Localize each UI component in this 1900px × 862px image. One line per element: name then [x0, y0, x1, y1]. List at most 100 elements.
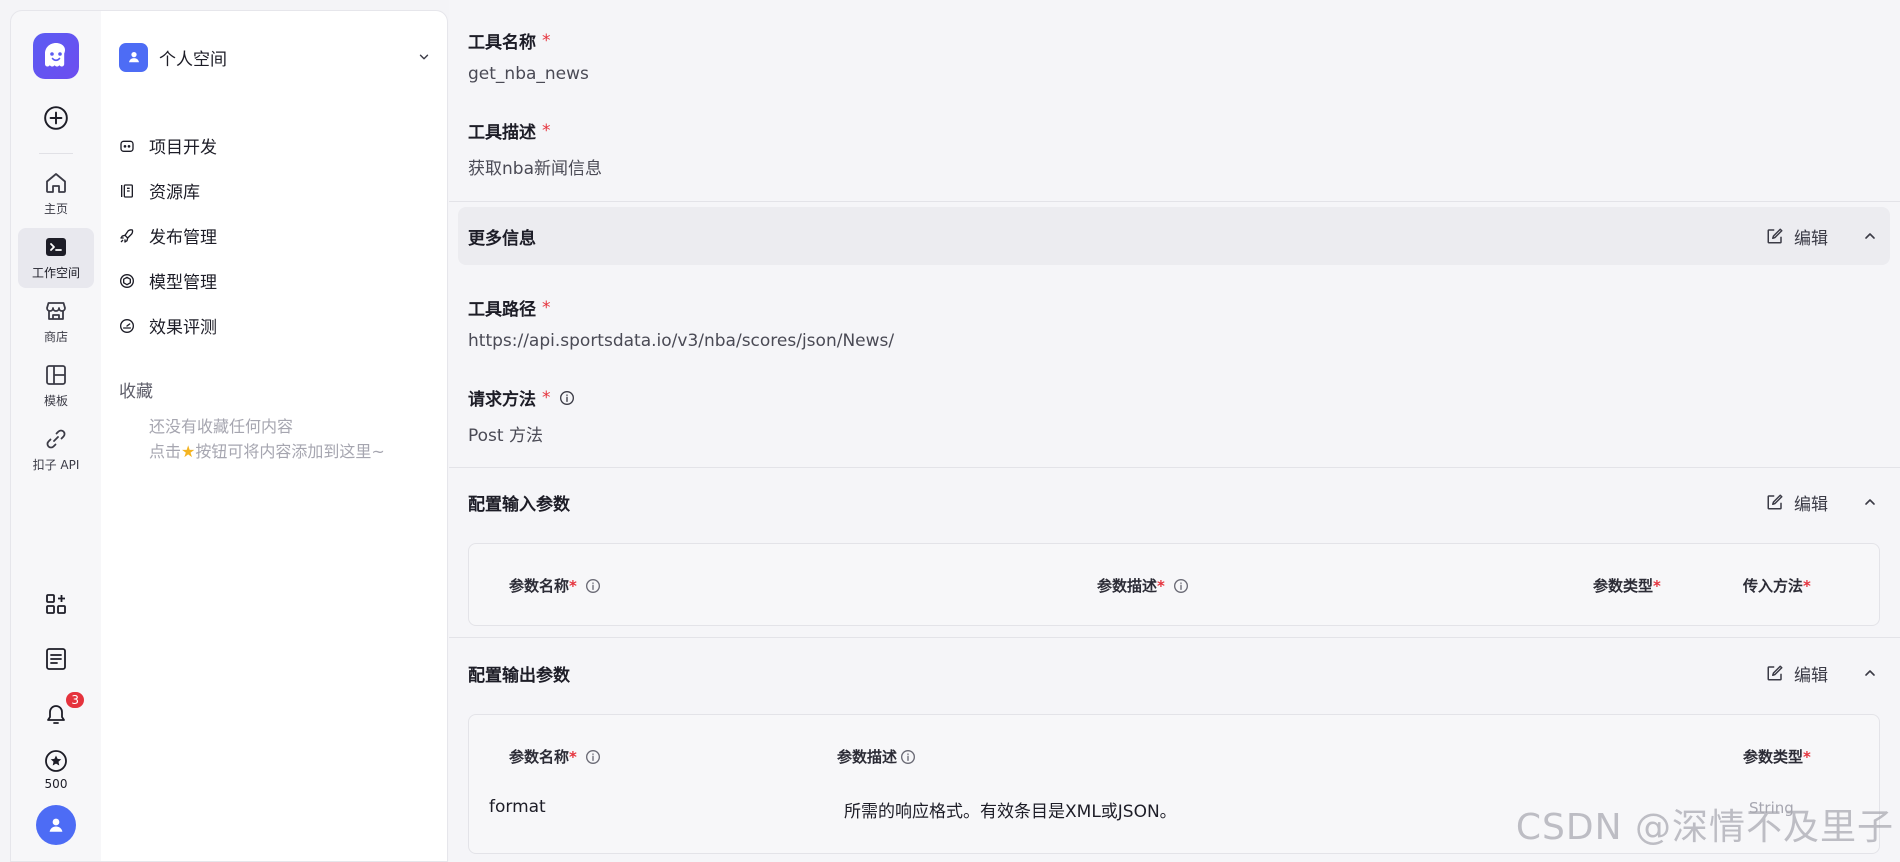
chevron-up-icon	[1865, 499, 1875, 505]
apps-grid-icon	[46, 594, 66, 614]
field-label: 工具描述 *	[468, 118, 602, 144]
store-icon	[46, 302, 66, 320]
sidebar-item-evaluation[interactable]: 效果评测	[119, 303, 431, 348]
apps-button[interactable]	[36, 584, 76, 624]
info-icon[interactable]	[559, 390, 575, 406]
sidebar-item-publish[interactable]: 发布管理	[119, 213, 431, 258]
rail-item-store[interactable]: 商店	[18, 292, 94, 352]
method-field: 请求方法 * Post 方法	[468, 385, 575, 446]
tool-desc-value: 获取nba新闻信息	[468, 159, 602, 179]
required-mark: *	[1157, 576, 1165, 595]
method-value: Post 方法	[468, 426, 543, 446]
column-header-label: 参数描述	[837, 748, 898, 766]
sidebar-item-projects[interactable]: 项目开发	[119, 123, 431, 168]
bell-icon	[47, 705, 65, 724]
rail-item-workspace[interactable]: 工作空间	[18, 228, 94, 288]
home-icon	[46, 173, 66, 193]
points-button[interactable]: 500	[44, 749, 68, 791]
space-selector[interactable]: 个人空间	[119, 41, 431, 73]
method-label: 请求方法	[468, 390, 536, 410]
chevron-up-icon	[1865, 670, 1875, 676]
collapse-button[interactable]	[1860, 492, 1880, 512]
more-info-title: 更多信息	[468, 228, 536, 249]
required-mark: *	[1803, 576, 1811, 595]
favorites-title: 收藏	[119, 382, 153, 402]
star-coin-icon	[45, 750, 67, 772]
edit-label: 编辑	[1794, 494, 1828, 515]
rail-item-home[interactable]: 主页	[18, 164, 94, 224]
column-header: 参数名称 *	[509, 746, 601, 767]
required-mark: *	[569, 747, 577, 766]
icon-rail: 主页 工作空间 商店 模板 扣子 API 3 500	[10, 10, 102, 862]
info-icon[interactable]	[1173, 578, 1189, 594]
more-info-header[interactable]: 更多信息 编辑	[458, 207, 1890, 265]
robot-icon	[120, 140, 134, 152]
sidebar-nav: 项目开发 资源库 发布管理 模型管理 效果评测	[119, 123, 431, 348]
collapse-button[interactable]	[1860, 663, 1880, 683]
favorites-empty-line1: 还没有收藏任何内容	[149, 417, 294, 436]
sidebar-item-label: 效果评测	[149, 318, 217, 338]
tool-path-label: 工具路径	[468, 300, 536, 320]
app-logo[interactable]	[33, 33, 79, 79]
template-icon	[46, 365, 66, 385]
user-avatar[interactable]	[36, 805, 76, 845]
rail-item-label: 主页	[43, 202, 68, 216]
field-label: 请求方法 *	[468, 385, 575, 410]
rail-item-label: 扣子 API	[32, 458, 80, 472]
column-header: 参数名称 *	[509, 575, 601, 596]
rail-item-api[interactable]: 扣子 API	[18, 420, 94, 480]
edit-icon	[1767, 228, 1783, 244]
input-params-title: 配置输入参数	[468, 494, 570, 515]
field-label: 工具路径 *	[468, 295, 894, 321]
sidebar-item-library[interactable]: 资源库	[119, 168, 431, 213]
collapse-button[interactable]	[1860, 226, 1880, 246]
required-mark: *	[542, 297, 551, 318]
output-params-header[interactable]: 配置输出参数 编辑	[458, 644, 1890, 702]
tool-desc-label: 工具描述	[468, 123, 536, 143]
notification-badge: 3	[64, 690, 86, 710]
required-mark: *	[542, 387, 551, 408]
chevron-up-icon	[1865, 233, 1875, 239]
column-header: 传入方法 *	[1743, 575, 1811, 596]
rail-item-label: 工作空间	[31, 266, 80, 280]
required-mark: *	[1803, 747, 1811, 766]
tool-path-value: https://api.sportsdata.io/v3/nba/scores/…	[468, 331, 895, 351]
gauge-icon	[120, 318, 134, 333]
divider	[449, 201, 1900, 202]
edit-button[interactable]: 编辑	[1766, 224, 1828, 249]
edit-button[interactable]: 编辑	[1766, 490, 1828, 515]
star-icon: ★	[181, 442, 196, 461]
favorites-empty-suffix: 按钮可将内容添加到这里~	[195, 442, 385, 461]
favorites-empty-line2: 点击★按钮可将内容添加到这里~	[149, 439, 385, 464]
terminal-icon	[46, 238, 66, 256]
notifications-button[interactable]: 3	[36, 690, 86, 734]
edit-icon	[1767, 494, 1783, 510]
required-mark: *	[542, 120, 551, 141]
column-header: 参数类型 *	[1593, 575, 1661, 596]
column-header-label: 参数名称	[509, 748, 570, 766]
input-params-header[interactable]: 配置输入参数 编辑	[458, 473, 1890, 531]
info-icon[interactable]	[585, 749, 601, 765]
tool-desc-field: 工具描述 * 获取nba新闻信息	[468, 118, 602, 180]
column-header-label: 传入方法	[1743, 577, 1804, 595]
column-header-label: 参数名称	[509, 577, 570, 595]
column-header-label: 参数类型	[1743, 748, 1804, 766]
edit-label: 编辑	[1794, 665, 1828, 686]
tool-name-label: 工具名称	[468, 33, 536, 53]
rail-item-label: 商店	[43, 330, 68, 344]
tool-name-field: 工具名称 * get_nba_news	[468, 28, 589, 85]
edit-button[interactable]: 编辑	[1766, 661, 1828, 686]
info-icon[interactable]	[585, 578, 601, 594]
document-icon	[46, 648, 66, 670]
info-icon[interactable]	[900, 749, 916, 765]
rail-item-template[interactable]: 模板	[18, 356, 94, 416]
docs-button[interactable]	[36, 639, 76, 679]
library-icon	[121, 183, 133, 198]
param-desc-cell: 所需的响应格式。有效条目是XML或JSON。	[844, 802, 1177, 822]
watermark: CSDN @深情不及里子	[1515, 807, 1894, 848]
sidebar-item-models[interactable]: 模型管理	[119, 258, 431, 303]
create-button[interactable]	[41, 103, 71, 133]
tool-detail-panel: 工具名称 * get_nba_news 工具描述 * 获取nba新闻信息 更多信…	[449, 0, 1900, 862]
required-mark: *	[569, 576, 577, 595]
column-header-label: 参数类型	[1593, 577, 1654, 595]
